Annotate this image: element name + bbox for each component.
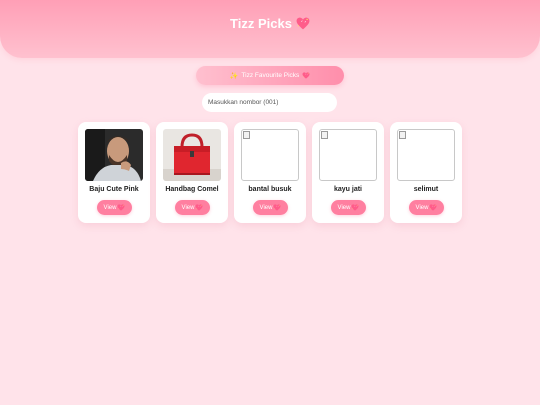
view-button[interactable]: View — [175, 200, 210, 215]
favourite-picks-label: Tizz Favourite Picks — [241, 72, 300, 79]
broken-image-icon — [243, 131, 250, 139]
favourite-picks-button[interactable]: ✨ Tizz Favourite Picks — [196, 66, 344, 85]
page-title: Tizz Picks — [230, 16, 310, 31]
view-button-label: View — [181, 204, 195, 211]
page-title-text: Tizz Picks — [230, 15, 292, 31]
sparkling-heart-icon — [117, 204, 125, 211]
view-button-label: View — [103, 204, 117, 211]
view-button-label: View — [337, 204, 351, 211]
product-card: Baju Cute Pink View — [78, 122, 150, 223]
sparkling-heart-icon — [195, 204, 203, 211]
view-button[interactable]: View — [97, 200, 132, 215]
view-button-label: View — [415, 204, 429, 211]
view-button-label: View — [259, 204, 273, 211]
view-button[interactable]: View — [253, 200, 288, 215]
product-name: Handbag Comel — [165, 186, 219, 193]
product-image — [319, 129, 377, 181]
product-name: kayu jati — [333, 186, 362, 193]
view-button[interactable]: View — [409, 200, 444, 215]
product-image — [163, 129, 221, 181]
product-name: Baju Cute Pink — [89, 186, 139, 193]
product-image — [397, 129, 455, 181]
broken-image-icon — [321, 131, 328, 139]
product-card: selimut View — [390, 122, 462, 223]
product-name: selimut — [413, 186, 439, 193]
sparkling-heart-icon — [429, 204, 437, 211]
sparkling-heart-icon — [302, 72, 310, 79]
product-image — [241, 129, 299, 181]
sparkle-icon: ✨ — [229, 72, 239, 80]
search-input[interactable] — [202, 93, 337, 112]
sparkling-heart-icon — [273, 204, 281, 211]
sparkling-heart-icon — [296, 17, 310, 30]
app-header: Tizz Picks — [0, 0, 540, 58]
product-name: bantal busuk — [248, 186, 292, 193]
product-card: bantal busuk View — [234, 122, 306, 223]
sparkling-heart-icon — [351, 204, 359, 211]
view-button[interactable]: View — [331, 200, 366, 215]
product-card: kayu jati View — [312, 122, 384, 223]
product-image — [85, 129, 143, 181]
broken-image-icon — [399, 131, 406, 139]
product-card: Handbag Comel View — [156, 122, 228, 223]
